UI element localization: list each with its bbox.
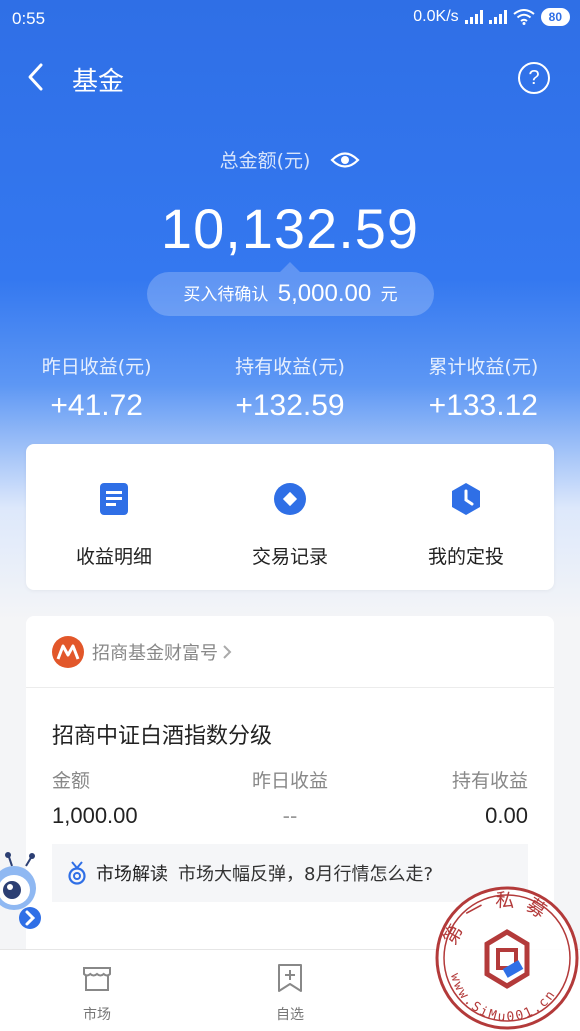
- column-label: 金额: [52, 770, 91, 792]
- signal-icon: [488, 10, 507, 24]
- column-label: 持有收益: [451, 770, 528, 792]
- pending-confirmation-pill[interactable]: 买入待确认 5,000.00 元: [147, 262, 434, 316]
- action-label: 我的定投: [427, 546, 504, 568]
- chevron-left-icon[interactable]: [22, 62, 52, 92]
- page-title: 基金: [72, 67, 125, 97]
- fund-name: 招商中证白酒指数分级: [52, 724, 273, 749]
- add-favorite-icon: [278, 964, 302, 992]
- column-value: 1,000.00: [52, 803, 138, 828]
- wifi-icon: [513, 9, 535, 25]
- total-amount-label-row: 总金额(元): [0, 146, 580, 173]
- net-speed: 0.0K/s: [413, 8, 459, 25]
- record-icon: [274, 483, 306, 515]
- stat-label: 昨日收益(元): [41, 356, 152, 378]
- action-label: 交易记录: [251, 546, 328, 568]
- column-value: 0.00: [485, 803, 528, 828]
- tab-label: 自选: [276, 1007, 304, 1023]
- insight-text: 市场大幅反弹，8月行情怎么走?: [178, 864, 434, 885]
- stat-holding: 持有收益(元) +132.59: [193, 352, 386, 432]
- column-value: --: [282, 803, 298, 828]
- nav-bar: 基金 ?: [0, 52, 580, 104]
- pending-label: 买入待确认: [183, 285, 269, 305]
- clock-icon: [452, 483, 480, 515]
- total-amount: 10,132.59: [160, 197, 420, 260]
- provider-header[interactable]: 招商基金财富号: [26, 616, 554, 688]
- status-bar: 0:55 0.0K/s 80: [0, 0, 580, 38]
- medal-icon: [68, 861, 86, 885]
- transaction-record-button[interactable]: 交易记录: [202, 444, 378, 590]
- fund-values: 金额 昨日收益 持有收益 1,000.00 -- 0.00: [52, 766, 528, 829]
- tab-favorites[interactable]: 自选: [240, 962, 340, 1024]
- provider-name: 招商基金财富号: [92, 642, 218, 664]
- column-label: 昨日收益: [251, 770, 328, 792]
- insight-tag: 市场解读: [96, 864, 168, 885]
- pending-amount: 5,000.00: [277, 280, 372, 307]
- stat-yesterday: 昨日收益(元) +41.72: [0, 352, 193, 432]
- earnings-detail-button[interactable]: 收益明细: [26, 444, 202, 590]
- provider-logo-icon: [52, 635, 84, 668]
- pending-unit: 元: [380, 285, 398, 305]
- document-icon: [100, 483, 128, 515]
- quick-actions-card: 收益明细 交易记录 我的定投: [26, 444, 554, 590]
- chevron-right-icon: [223, 644, 232, 659]
- earnings-stats: 昨日收益(元) +41.72 持有收益(元) +132.59 累计收益(元) +…: [0, 352, 580, 432]
- mascot-assistant-icon[interactable]: [0, 852, 46, 934]
- status-indicators: 0.0K/s 80: [413, 8, 570, 26]
- total-amount-label: 总金额(元): [219, 150, 311, 172]
- stat-value: +41.72: [50, 389, 143, 422]
- battery-indicator: 80: [540, 8, 570, 26]
- stat-label: 累计收益(元): [428, 356, 539, 378]
- tab-market[interactable]: 市场: [47, 962, 147, 1024]
- stat-value: +133.12: [428, 389, 538, 422]
- market-icon: [83, 967, 111, 991]
- tab-label: 市场: [83, 1007, 111, 1023]
- my-auto-invest-button[interactable]: 我的定投: [378, 444, 554, 590]
- eye-icon[interactable]: [330, 150, 360, 170]
- help-icon[interactable]: ?: [518, 62, 550, 94]
- stat-cumulative: 累计收益(元) +133.12: [387, 352, 580, 432]
- status-time: 0:55: [12, 9, 46, 28]
- signal-icon: [464, 10, 483, 24]
- stat-label: 持有收益(元): [235, 356, 345, 378]
- stat-value: +132.59: [235, 389, 345, 422]
- watermark-seal: 第一私募 www.SiMu001.cn: [435, 886, 579, 1030]
- action-label: 收益明细: [75, 546, 152, 568]
